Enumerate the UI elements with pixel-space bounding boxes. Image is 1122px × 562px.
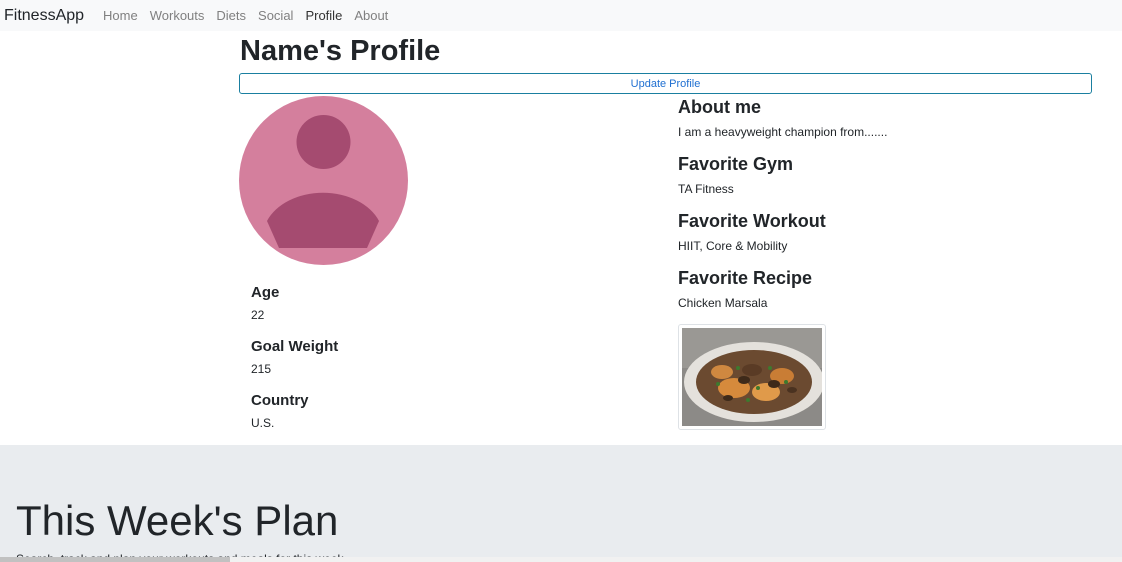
about-me-section: About me I am a heavyweight champion fro… (678, 96, 887, 139)
nav-link-about[interactable]: About (354, 9, 388, 22)
favorite-workout-label: Favorite Workout (678, 211, 826, 231)
goal-weight-value: 215 (251, 362, 272, 376)
age-value: 22 (251, 308, 265, 322)
favorite-workout-section: Favorite Workout HIIT, Core & Mobility (678, 210, 826, 253)
goal-weight-label: Goal Weight (251, 338, 339, 355)
favorite-recipe-section: Favorite Recipe Chicken Marsala (678, 267, 812, 310)
nav-link-workouts[interactable]: Workouts (150, 9, 205, 22)
favorite-gym-value: TA Fitness (678, 182, 734, 196)
country-value: U.S. (251, 416, 275, 430)
nav-link-profile[interactable]: Profile (305, 9, 342, 22)
user-avatar-icon (239, 96, 408, 265)
page-title: Name's Profile (240, 35, 441, 67)
country-field: Country U.S. (251, 392, 309, 430)
top-navbar: FitnessApp Home Workouts Diets Social Pr… (0, 0, 1122, 31)
favorite-recipe-value: Chicken Marsala (678, 296, 768, 310)
horizontal-scrollbar[interactable] (0, 557, 1122, 562)
scrollbar-thumb[interactable] (0, 557, 230, 562)
weekly-plan-banner: This Week's Plan Search, track and plan … (0, 445, 1122, 562)
goal-weight-field: Goal Weight 215 (251, 338, 338, 376)
plan-title: This Week's Plan (16, 497, 339, 544)
about-me-value: I am a heavyweight champion from....... (678, 125, 888, 139)
about-me-label: About me (678, 97, 761, 117)
nav-link-home[interactable]: Home (103, 9, 138, 22)
update-profile-button[interactable]: Update Profile (239, 73, 1092, 94)
recipe-image-frame (678, 324, 826, 430)
country-label: Country (251, 392, 309, 409)
age-label: Age (251, 284, 280, 301)
favorite-gym-label: Favorite Gym (678, 154, 794, 174)
chicken-marsala-photo (682, 328, 824, 426)
favorite-recipe-label: Favorite Recipe (678, 268, 813, 288)
brand-link[interactable]: FitnessApp (4, 7, 84, 24)
nav-link-social[interactable]: Social (258, 9, 293, 22)
favorite-gym-section: Favorite Gym TA Fitness (678, 153, 793, 196)
favorite-workout-value: HIIT, Core & Mobility (678, 239, 788, 253)
age-field: Age 22 (251, 284, 279, 322)
nav-link-diets[interactable]: Diets (216, 9, 246, 22)
